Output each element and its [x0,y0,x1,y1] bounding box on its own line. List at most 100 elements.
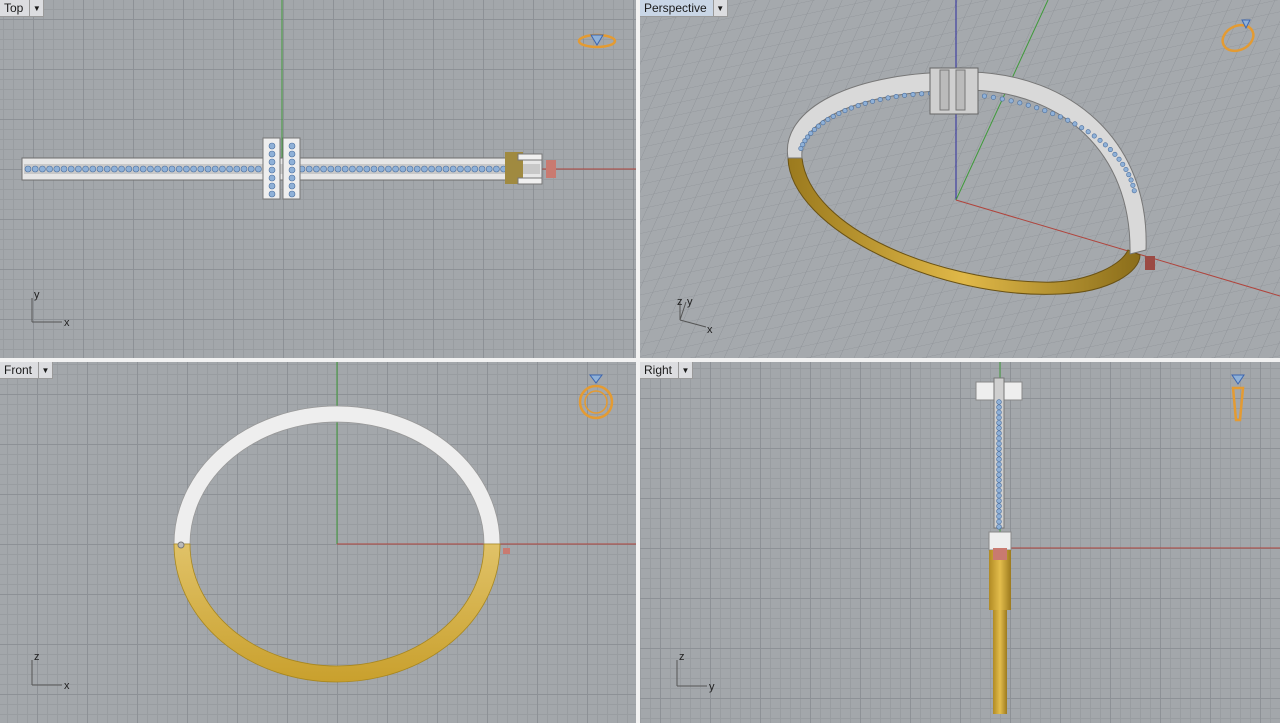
gem [288,142,296,150]
gem [1097,137,1103,143]
gem [996,508,1002,514]
gem [240,165,248,173]
chevron-down-icon[interactable]: ▼ [713,0,728,17]
gem [996,466,1002,473]
viewport-title-right[interactable]: Right ▼ [640,362,694,379]
gem [1130,182,1136,188]
axis-label-x: x [64,680,70,692]
gem [996,524,1002,530]
gem [268,158,276,166]
gem [356,165,363,173]
gem [825,117,831,123]
gem [320,165,327,173]
gem [125,165,133,173]
gem [1120,161,1126,167]
ring-icon[interactable] [576,372,616,422]
chevron-down-icon[interactable]: ▼ [679,362,694,379]
gem [1116,156,1122,162]
gem [305,165,313,173]
chevron-down-icon[interactable]: ▼ [39,362,54,379]
gem [118,165,125,173]
gem [183,165,190,173]
viewport-title-top[interactable]: Top ▼ [0,0,45,17]
gem [154,165,161,173]
axis-label-z: z [677,296,683,308]
gem [820,120,826,126]
axis-indicator: x y [31,289,70,329]
gem [1072,121,1078,127]
viewport-top[interactable]: x y Top ▼ [0,0,636,358]
gem [919,91,925,97]
gem [990,94,996,100]
chevron-down-icon[interactable]: ▼ [30,0,45,17]
gem [1042,108,1048,114]
gem [996,472,1002,478]
gem [175,165,183,173]
gem [341,165,349,173]
gem [132,165,140,173]
gem [161,165,169,173]
gem [392,165,399,173]
gem [449,165,457,173]
gem [428,165,435,173]
gem [811,127,817,133]
viewport-right[interactable]: y z Right ▼ [640,362,1280,723]
gem [1102,142,1108,148]
gem [1085,129,1091,135]
gem [327,165,335,173]
axis-indicator: x y z [677,296,713,336]
gem [377,165,385,173]
gem [996,440,1002,447]
axis-indicator: x z [31,651,70,692]
gem [313,165,320,173]
gem [996,425,1002,431]
viewport-name[interactable]: Right [640,362,680,379]
gem [910,91,916,97]
gem [996,430,1002,436]
gem [830,113,836,119]
viewport-name[interactable]: Perspective [640,0,714,17]
gem [1079,125,1085,131]
bangle-right-view [975,377,1023,714]
gem [1091,133,1097,139]
gem [996,404,1002,410]
viewport-front[interactable]: x z Front ▼ [0,362,636,723]
gem [485,165,493,173]
viewport-name[interactable]: Front [0,362,40,379]
axis-label-y: y [709,681,715,693]
gem [1017,100,1023,106]
axis-indicator: y z [676,651,715,693]
gem [877,97,883,103]
gem [996,518,1002,525]
axis-label-z: z [34,651,40,663]
viewport-perspective[interactable]: x y z Perspective ▼ [640,0,1280,358]
gem [1112,151,1118,157]
gem [1128,177,1134,183]
gem [168,165,176,173]
gem [996,409,1002,416]
gem [893,94,899,100]
gem [808,130,814,136]
gem [815,123,821,129]
viewport-title-perspective[interactable]: Perspective ▼ [640,0,728,17]
ring-icon[interactable] [1224,372,1252,424]
ring-icon[interactable] [1218,14,1262,56]
ring-icon[interactable] [576,28,618,54]
gem [870,98,876,104]
gem [1065,117,1071,123]
gem [442,165,450,173]
viewport-name[interactable]: Top [0,0,31,17]
gem [268,182,276,190]
gem [493,165,500,173]
gem [996,456,1002,462]
gem [288,150,296,158]
gem [848,105,854,111]
gem [255,165,262,173]
gem [862,100,868,106]
gem [413,165,421,173]
gem [996,498,1002,504]
gem [996,482,1002,488]
gem [996,414,1002,421]
gem [288,174,296,182]
viewport-title-front[interactable]: Front ▼ [0,362,54,379]
